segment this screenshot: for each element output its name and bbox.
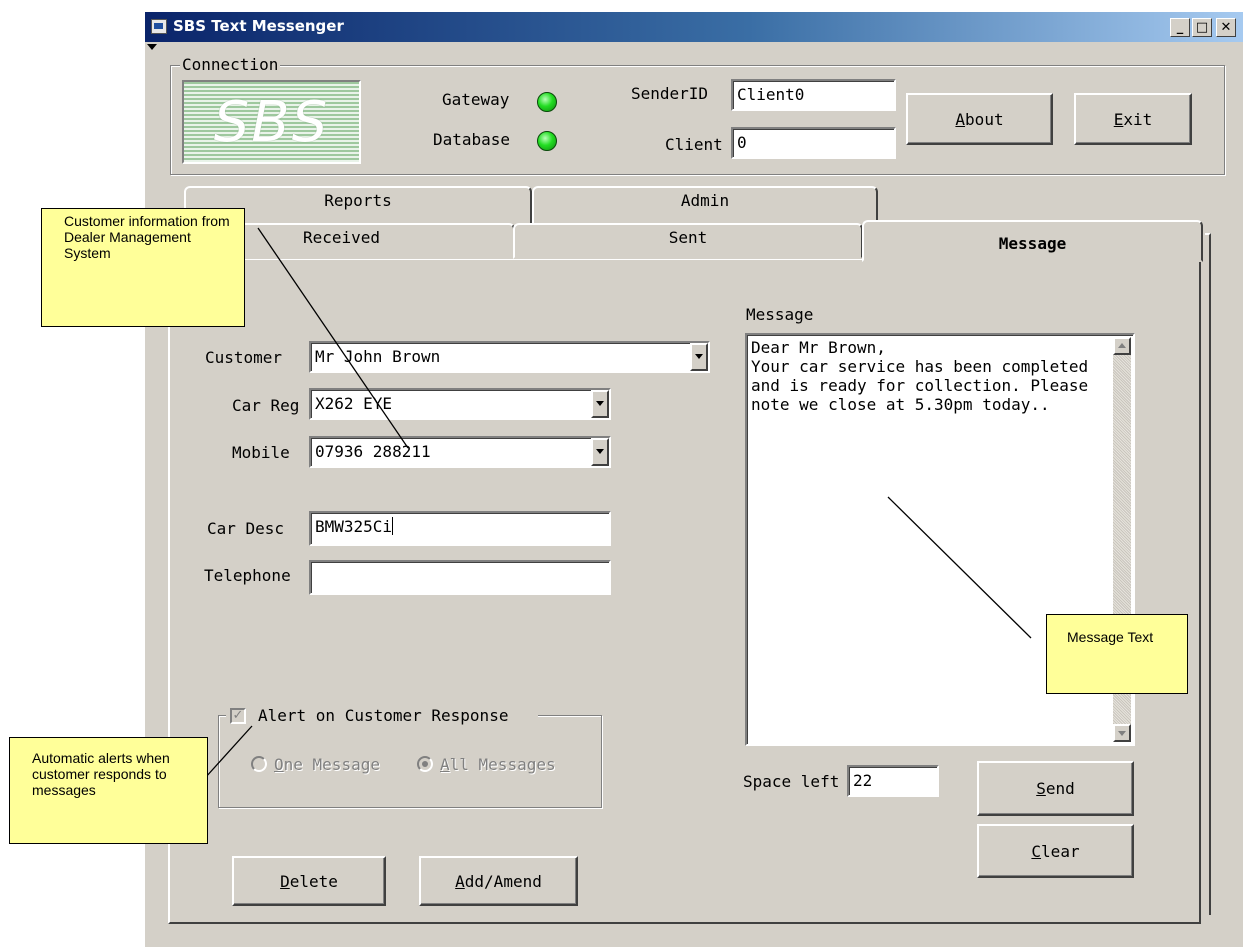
automatic-alerts-callout: Automatic alerts when customer responds …: [9, 737, 208, 844]
alert-callout-line: [204, 725, 253, 779]
customer-callout-line: [257, 227, 409, 449]
customer-info-callout: Customer information from Dealer Managem…: [41, 208, 245, 327]
message-text-callout: Message Text: [1046, 614, 1188, 694]
message-callout-line: [887, 496, 1032, 639]
